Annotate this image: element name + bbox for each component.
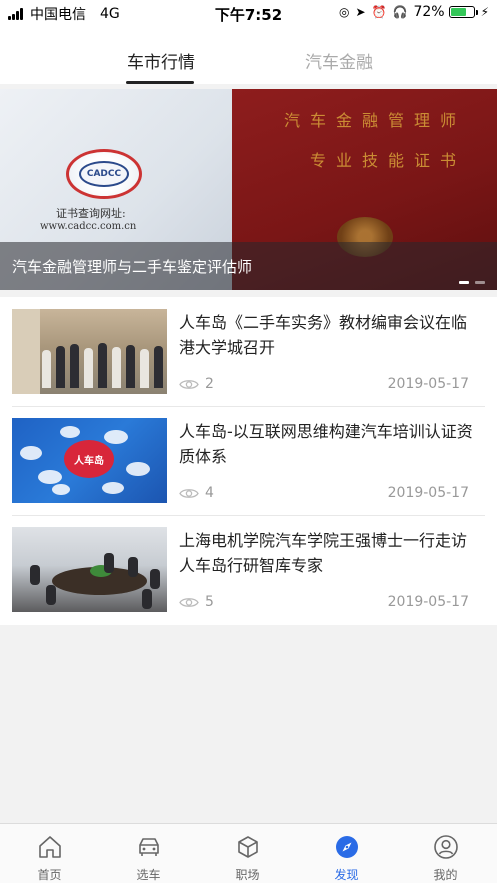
view-count: 2 [179, 376, 214, 392]
cadcc-logo-text: CADCC [79, 161, 129, 187]
compass-icon [336, 836, 358, 858]
news-date: 2019-05-17 [387, 376, 469, 392]
location-icon: ➤ [355, 5, 366, 19]
headphones-icon: 🎧 [392, 5, 408, 19]
news-title: 上海电机学院汽车学院王强博士一行走访人车岛行研智库专家 [179, 531, 468, 575]
view-count-value: 4 [205, 485, 214, 501]
news-list: 人车岛《二手车实务》教材编审会议在临港大学城召开 2 2019-05-17 人车… [0, 297, 497, 625]
news-date: 2019-05-17 [387, 594, 469, 610]
view-count: 5 [179, 594, 214, 610]
cert-query-url: www.cadcc.com.cn [40, 221, 137, 232]
status-right: ◎ ➤ ⏰ 🎧 72% ⚡ [333, 4, 489, 20]
cadcc-logo: CADCC [66, 149, 142, 199]
nav-profile[interactable]: 我的 [396, 824, 495, 883]
cert-cover-title: 汽车金融管理师 [284, 111, 467, 130]
orientation-lock-icon: ◎ [338, 5, 350, 19]
banner-caption-bar: 汽车金融管理师与二手车鉴定评估师 [0, 242, 497, 290]
battery-icon [448, 6, 478, 18]
eye-icon [179, 597, 199, 607]
list-item[interactable]: 上海电机学院汽车学院王强博士一行走访人车岛行研智库专家 5 2019-05-17 [0, 515, 497, 624]
alarm-icon: ⏰ [371, 5, 387, 19]
banner-caption: 汽车金融管理师与二手车鉴定评估师 [12, 258, 253, 276]
cert-cover-subtitle: 专业技能证书 [310, 151, 467, 170]
top-tabs: 车市行情 汽车金融 [0, 26, 497, 84]
news-thumbnail [12, 309, 167, 394]
cert-query-label: 证书查询网址: [56, 207, 126, 220]
tab-finance[interactable]: 汽车金融 [305, 48, 373, 73]
carousel-dot-active [459, 281, 469, 284]
nav-home[interactable]: 首页 [0, 824, 99, 883]
nav-home-label: 首页 [37, 868, 62, 882]
view-count: 4 [179, 485, 214, 501]
view-count-value: 2 [205, 376, 214, 392]
news-thumbnail: 人车岛 [12, 418, 167, 503]
banner-carousel[interactable]: CADCC 证书查询网址: www.cadcc.com.cn 汽车金融管理师 专… [0, 89, 497, 290]
nav-select-car-label: 选车 [136, 868, 161, 882]
carousel-indicator [453, 281, 485, 284]
eye-icon [179, 488, 199, 498]
view-count-value: 5 [205, 594, 214, 610]
battery-percent: 72% [413, 4, 445, 20]
home-icon [39, 836, 61, 858]
nav-career[interactable]: 职场 [198, 824, 297, 883]
news-title: 人车岛-以互联网思维构建汽车培训认证资质体系 [179, 422, 473, 466]
cube-icon [238, 836, 258, 858]
list-item[interactable]: 人车岛《二手车实务》教材编审会议在临港大学城召开 2 2019-05-17 [0, 297, 497, 406]
nav-profile-label: 我的 [433, 868, 458, 882]
news-title: 人车岛《二手车实务》教材编审会议在临港大学城召开 [179, 313, 468, 357]
user-icon [434, 835, 458, 859]
carousel-dot [475, 281, 485, 284]
nav-discover-label: 发现 [334, 868, 359, 882]
eye-icon [179, 379, 199, 389]
nav-career-label: 职场 [235, 868, 260, 882]
nav-discover[interactable]: 发现 [297, 824, 396, 883]
news-thumbnail [12, 527, 167, 612]
tab-active-indicator [126, 81, 194, 84]
status-bar: 中国电信 4G 下午7:52 ◎ ➤ ⏰ 🎧 72% ⚡ [0, 0, 497, 26]
thumb-brand-badge: 人车岛 [64, 440, 114, 478]
news-date: 2019-05-17 [387, 485, 469, 501]
car-icon [139, 838, 159, 856]
charging-icon: ⚡ [480, 5, 489, 19]
nav-select-car[interactable]: 选车 [99, 824, 198, 883]
tab-market[interactable]: 车市行情 [127, 48, 195, 73]
list-item[interactable]: 人车岛 人车岛-以互联网思维构建汽车培训认证资质体系 4 2019-05-17 [0, 406, 497, 515]
bottom-nav: 首页 选车 职场 发现 我的 [0, 823, 497, 883]
